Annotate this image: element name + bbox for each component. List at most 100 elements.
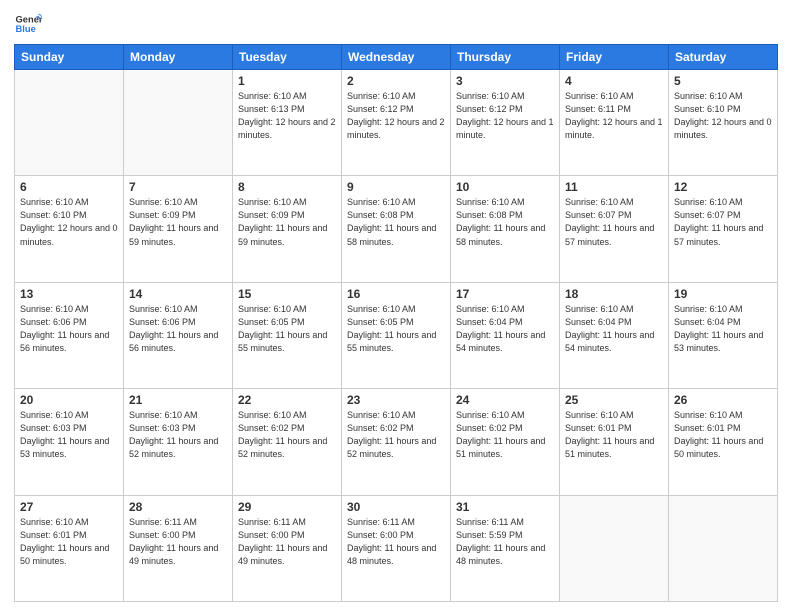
calendar-cell	[15, 70, 124, 176]
calendar-cell: 9Sunrise: 6:10 AM Sunset: 6:08 PM Daylig…	[342, 176, 451, 282]
calendar-cell: 3 Sunrise: 6:10 AM Sunset: 6:12 PM Daylig…	[451, 70, 560, 176]
day-number: 29	[238, 500, 336, 514]
calendar-cell: 28 Sunrise: 6:11 AM Sunset: 6:00 PM Dayli…	[124, 495, 233, 601]
day-info: Sunrise: 6:10 AM Sunset: 6:12 PM Dayligh…	[347, 90, 445, 142]
day-number: 6	[20, 180, 118, 194]
day-number: 17	[456, 287, 554, 301]
day-info: Sunrise: 6:10 AM Sunset: 6:02 PM Dayligh…	[456, 409, 554, 461]
day-number: 31	[456, 500, 554, 514]
weekday-header-wednesday: Wednesday	[342, 45, 451, 70]
day-info: Sunrise: 6:10 AM Sunset: 6:05 PM Dayligh…	[347, 303, 445, 355]
svg-text:Blue: Blue	[16, 24, 36, 34]
day-info: Sunrise: 6:10 AM Sunset: 6:07 PM Dayligh…	[674, 196, 772, 248]
day-info: Sunrise: 6:11 AM Sunset: 5:59 PM Dayligh…	[456, 516, 554, 568]
header: General Blue	[14, 10, 778, 38]
day-info: Sunrise: 6:11 AM Sunset: 6:00 PM Dayligh…	[129, 516, 227, 568]
calendar-cell: 24Sunrise: 6:10 AM Sunset: 6:02 PM Dayli…	[451, 389, 560, 495]
calendar-cell: 27 Sunrise: 6:10 AM Sunset: 6:01 PM Dayli…	[15, 495, 124, 601]
calendar-cell: 19Sunrise: 6:10 AM Sunset: 6:04 PM Dayli…	[669, 282, 778, 388]
week-row-4: 20 Sunrise: 6:10 AM Sunset: 6:03 PM Dayli…	[15, 389, 778, 495]
calendar-cell: 26 Sunrise: 6:10 AM Sunset: 6:01 PM Dayli…	[669, 389, 778, 495]
calendar-cell: 25Sunrise: 6:10 AM Sunset: 6:01 PM Dayli…	[560, 389, 669, 495]
calendar-cell: 10Sunrise: 6:10 AM Sunset: 6:08 PM Dayli…	[451, 176, 560, 282]
week-row-3: 13 Sunrise: 6:10 AM Sunset: 6:06 PM Dayli…	[15, 282, 778, 388]
day-info: Sunrise: 6:10 AM Sunset: 6:09 PM Dayligh…	[238, 196, 336, 248]
calendar-cell: 4 Sunrise: 6:10 AM Sunset: 6:11 PM Daylig…	[560, 70, 669, 176]
day-number: 22	[238, 393, 336, 407]
day-number: 7	[129, 180, 227, 194]
day-number: 2	[347, 74, 445, 88]
day-info: Sunrise: 6:10 AM Sunset: 6:12 PM Dayligh…	[456, 90, 554, 142]
day-number: 30	[347, 500, 445, 514]
day-number: 4	[565, 74, 663, 88]
day-number: 27	[20, 500, 118, 514]
week-row-2: 6 Sunrise: 6:10 AM Sunset: 6:10 PM Daylig…	[15, 176, 778, 282]
weekday-header-friday: Friday	[560, 45, 669, 70]
day-number: 8	[238, 180, 336, 194]
calendar-cell: 17 Sunrise: 6:10 AM Sunset: 6:04 PM Dayli…	[451, 282, 560, 388]
day-info: Sunrise: 6:10 AM Sunset: 6:04 PM Dayligh…	[456, 303, 554, 355]
day-info: Sunrise: 6:11 AM Sunset: 6:00 PM Dayligh…	[347, 516, 445, 568]
weekday-header-saturday: Saturday	[669, 45, 778, 70]
day-number: 21	[129, 393, 227, 407]
day-number: 12	[674, 180, 772, 194]
day-number: 20	[20, 393, 118, 407]
day-info: Sunrise: 6:10 AM Sunset: 6:08 PM Dayligh…	[456, 196, 554, 248]
day-number: 18	[565, 287, 663, 301]
day-number: 1	[238, 74, 336, 88]
day-number: 9	[347, 180, 445, 194]
calendar-cell: 13 Sunrise: 6:10 AM Sunset: 6:06 PM Dayli…	[15, 282, 124, 388]
day-number: 16	[347, 287, 445, 301]
calendar-cell: 8 Sunrise: 6:10 AM Sunset: 6:09 PM Daylig…	[233, 176, 342, 282]
weekday-header-tuesday: Tuesday	[233, 45, 342, 70]
calendar-table: SundayMondayTuesdayWednesdayThursdayFrid…	[14, 44, 778, 602]
day-info: Sunrise: 6:10 AM Sunset: 6:01 PM Dayligh…	[674, 409, 772, 461]
day-info: Sunrise: 6:10 AM Sunset: 6:04 PM Dayligh…	[674, 303, 772, 355]
weekday-header-row: SundayMondayTuesdayWednesdayThursdayFrid…	[15, 45, 778, 70]
calendar-cell: 18Sunrise: 6:10 AM Sunset: 6:04 PM Dayli…	[560, 282, 669, 388]
week-row-5: 27 Sunrise: 6:10 AM Sunset: 6:01 PM Dayli…	[15, 495, 778, 601]
day-number: 23	[347, 393, 445, 407]
calendar-cell: 5 Sunrise: 6:10 AM Sunset: 6:10 PM Daylig…	[669, 70, 778, 176]
logo-icon: General Blue	[14, 10, 42, 38]
day-number: 14	[129, 287, 227, 301]
calendar-cell: 22 Sunrise: 6:10 AM Sunset: 6:02 PM Dayli…	[233, 389, 342, 495]
day-number: 25	[565, 393, 663, 407]
calendar-cell: 2 Sunrise: 6:10 AM Sunset: 6:12 PM Daylig…	[342, 70, 451, 176]
day-info: Sunrise: 6:10 AM Sunset: 6:06 PM Dayligh…	[20, 303, 118, 355]
day-info: Sunrise: 6:10 AM Sunset: 6:02 PM Dayligh…	[238, 409, 336, 461]
day-info: Sunrise: 6:10 AM Sunset: 6:11 PM Dayligh…	[565, 90, 663, 142]
calendar-cell: 6 Sunrise: 6:10 AM Sunset: 6:10 PM Daylig…	[15, 176, 124, 282]
logo: General Blue	[14, 10, 44, 38]
week-row-1: 1Sunrise: 6:10 AM Sunset: 6:13 PM Daylig…	[15, 70, 778, 176]
day-info: Sunrise: 6:10 AM Sunset: 6:05 PM Dayligh…	[238, 303, 336, 355]
calendar-cell	[669, 495, 778, 601]
calendar-cell: 14 Sunrise: 6:10 AM Sunset: 6:06 PM Dayli…	[124, 282, 233, 388]
day-number: 5	[674, 74, 772, 88]
weekday-header-monday: Monday	[124, 45, 233, 70]
calendar-cell	[560, 495, 669, 601]
day-info: Sunrise: 6:10 AM Sunset: 6:01 PM Dayligh…	[20, 516, 118, 568]
day-number: 15	[238, 287, 336, 301]
weekday-header-sunday: Sunday	[15, 45, 124, 70]
day-info: Sunrise: 6:10 AM Sunset: 6:06 PM Dayligh…	[129, 303, 227, 355]
day-number: 11	[565, 180, 663, 194]
day-number: 13	[20, 287, 118, 301]
page: General Blue SundayMondayTuesdayWednesda…	[0, 0, 792, 612]
calendar-cell: 20 Sunrise: 6:10 AM Sunset: 6:03 PM Dayli…	[15, 389, 124, 495]
calendar-cell: 30 Sunrise: 6:11 AM Sunset: 6:00 PM Dayli…	[342, 495, 451, 601]
calendar-cell: 7 Sunrise: 6:10 AM Sunset: 6:09 PM Daylig…	[124, 176, 233, 282]
day-info: Sunrise: 6:11 AM Sunset: 6:00 PM Dayligh…	[238, 516, 336, 568]
day-number: 3	[456, 74, 554, 88]
calendar-cell: 15 Sunrise: 6:10 AM Sunset: 6:05 PM Dayli…	[233, 282, 342, 388]
calendar-cell: 23 Sunrise: 6:10 AM Sunset: 6:02 PM Dayli…	[342, 389, 451, 495]
day-number: 26	[674, 393, 772, 407]
day-info: Sunrise: 6:10 AM Sunset: 6:10 PM Dayligh…	[20, 196, 118, 248]
day-info: Sunrise: 6:10 AM Sunset: 6:09 PM Dayligh…	[129, 196, 227, 248]
day-number: 28	[129, 500, 227, 514]
day-info: Sunrise: 6:10 AM Sunset: 6:02 PM Dayligh…	[347, 409, 445, 461]
day-info: Sunrise: 6:10 AM Sunset: 6:03 PM Dayligh…	[20, 409, 118, 461]
day-info: Sunrise: 6:10 AM Sunset: 6:10 PM Dayligh…	[674, 90, 772, 142]
calendar-cell	[124, 70, 233, 176]
calendar-cell: 29 Sunrise: 6:11 AM Sunset: 6:00 PM Dayli…	[233, 495, 342, 601]
